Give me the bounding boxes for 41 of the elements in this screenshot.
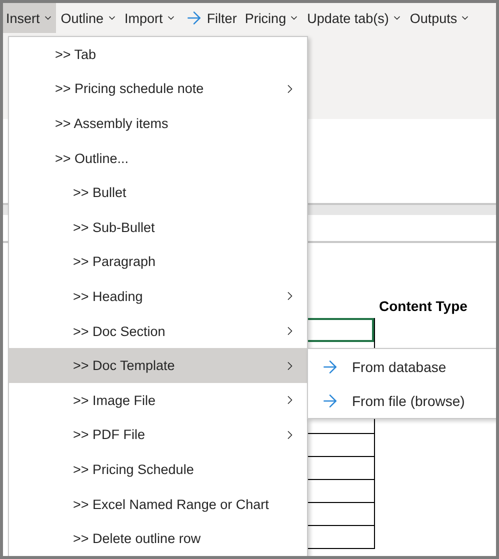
menu-bar-item[interactable]: Update tab(s) <box>304 3 405 33</box>
menu-item[interactable]: >> Doc Section <box>9 314 307 348</box>
submenu-item-label: From file (browse) <box>352 393 465 410</box>
menu-item[interactable]: >> Image File <box>9 382 307 418</box>
menu-item[interactable]: >> Sub-Bullet <box>9 210 307 245</box>
menu-bar-item[interactable]: Filter <box>180 3 240 33</box>
menu-item-label: >> Assembly items <box>55 116 170 131</box>
menu-item[interactable]: >> Heading <box>9 279 307 314</box>
menu-item[interactable]: >> Pricing schedule note <box>9 72 307 106</box>
menu-bar-item[interactable]: Pricing <box>242 3 302 33</box>
menu-bar-item[interactable]: Outputs <box>406 3 474 33</box>
menu-item[interactable]: >> Delete outline row <box>9 521 307 556</box>
menu-item[interactable]: >> Tab <box>9 37 307 72</box>
submenu-item[interactable]: From file (browse) <box>308 384 496 418</box>
menu-item-label: >> Excel Named Range or Chart <box>73 496 270 512</box>
menu-item-label: >> Pricing schedule note <box>55 81 205 96</box>
menu-item[interactable]: >> Bullet <box>9 175 307 210</box>
menu-item-label: >> Doc Template <box>73 358 176 374</box>
menu-item[interactable]: >> Excel Named Range or Chart <box>9 486 307 522</box>
menu-item-label: >> Tab <box>55 46 98 62</box>
menu-item-label: >> Pricing Schedule <box>73 462 195 477</box>
submenu-item-label: From database <box>352 358 446 375</box>
menu-item[interactable]: >> Assembly items <box>9 106 307 141</box>
menu-item-label: >> PDF File <box>73 427 146 442</box>
menu-item-label: >> Outline... <box>55 150 130 166</box>
menu-item-label: >> Image File <box>73 392 157 408</box>
column-header: Content Type <box>378 298 468 316</box>
menu-item[interactable]: >> Pricing Schedule <box>9 452 307 487</box>
menu-item-label: >> Delete outline row <box>73 531 202 546</box>
menu-item[interactable]: >> Outline... <box>9 140 307 176</box>
submenu-item[interactable]: From database <box>308 349 496 384</box>
menu-item-label: >> Sub-Bullet <box>73 220 156 235</box>
menu-item[interactable]: >> PDF File <box>9 418 307 452</box>
menu-item-label: >> Heading <box>73 288 144 304</box>
menu-bar-item[interactable]: Import <box>122 3 179 33</box>
menu-item-label: >> Paragraph <box>73 254 157 270</box>
menu-item-label: >> Doc Section <box>73 324 166 339</box>
menu-bar-item[interactable]: Outline <box>58 3 120 33</box>
menu-item[interactable]: >> Paragraph <box>9 244 307 280</box>
menu-item-label: >> Bullet <box>73 185 128 200</box>
menu-bar-item[interactable]: Insert <box>3 3 56 33</box>
